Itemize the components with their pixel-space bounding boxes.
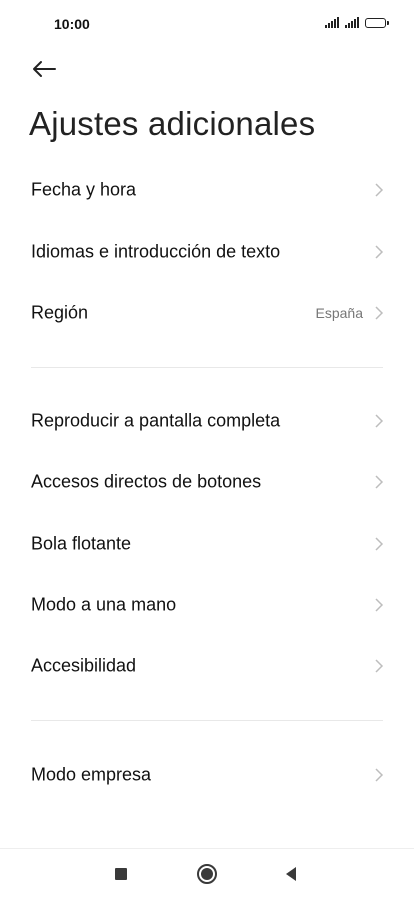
section-divider	[31, 367, 383, 368]
arrow-left-icon	[33, 61, 56, 77]
chevron-right-icon	[375, 475, 384, 489]
battery-icon	[365, 18, 389, 28]
home-button[interactable]	[194, 861, 220, 887]
circle-icon	[197, 864, 217, 884]
status-time: 10:00	[54, 16, 90, 32]
signal-icon	[345, 17, 359, 28]
chevron-right-icon	[375, 768, 384, 782]
settings-item-region[interactable]: Región España	[0, 283, 414, 343]
chevron-right-icon	[375, 245, 384, 259]
settings-item-date-time[interactable]: Fecha y hora	[0, 160, 414, 220]
settings-item-label: Fecha y hora	[31, 179, 137, 200]
settings-item-accessibility[interactable]: Accesibilidad	[0, 636, 414, 696]
settings-item-fullscreen[interactable]: Reproducir a pantalla completa	[0, 391, 414, 451]
status-bar: 10:00	[0, 0, 414, 48]
signal-icon	[325, 17, 339, 28]
chevron-right-icon	[375, 183, 384, 197]
settings-item-label: Accesibilidad	[31, 655, 137, 676]
settings-item-label: Modo empresa	[31, 764, 152, 785]
settings-item-label: Idiomas e introducción de texto	[31, 241, 281, 262]
section-divider	[31, 720, 383, 721]
chevron-right-icon	[375, 306, 384, 320]
settings-item-button-shortcuts[interactable]: Accesos directos de botones	[0, 452, 414, 512]
settings-item-label: Accesos directos de botones	[31, 471, 262, 492]
recents-button[interactable]	[108, 861, 134, 887]
page-title: Ajustes adicionales	[29, 105, 316, 142]
settings-item-label: Bola flotante	[31, 533, 132, 554]
settings-item-label: Modo a una mano	[31, 594, 177, 615]
settings-item-enterprise-mode[interactable]: Modo empresa	[0, 745, 414, 805]
chevron-right-icon	[375, 414, 384, 428]
back-nav-button[interactable]	[278, 861, 304, 887]
settings-item-floating-ball[interactable]: Bola flotante	[0, 514, 414, 574]
chevron-right-icon	[375, 659, 384, 673]
chevron-right-icon	[375, 598, 384, 612]
settings-item-one-hand-mode[interactable]: Modo a una mano	[0, 575, 414, 635]
chevron-right-icon	[375, 537, 384, 551]
settings-item-label: Reproducir a pantalla completa	[31, 410, 281, 431]
settings-item-label: Región	[31, 302, 89, 323]
navigation-bar	[0, 848, 414, 898]
back-button[interactable]	[26, 54, 62, 84]
region-value: España	[315, 305, 363, 321]
square-icon	[115, 868, 127, 880]
status-icons	[325, 17, 389, 28]
triangle-left-icon	[286, 867, 296, 881]
settings-item-languages[interactable]: Idiomas e introducción de texto	[0, 222, 414, 282]
